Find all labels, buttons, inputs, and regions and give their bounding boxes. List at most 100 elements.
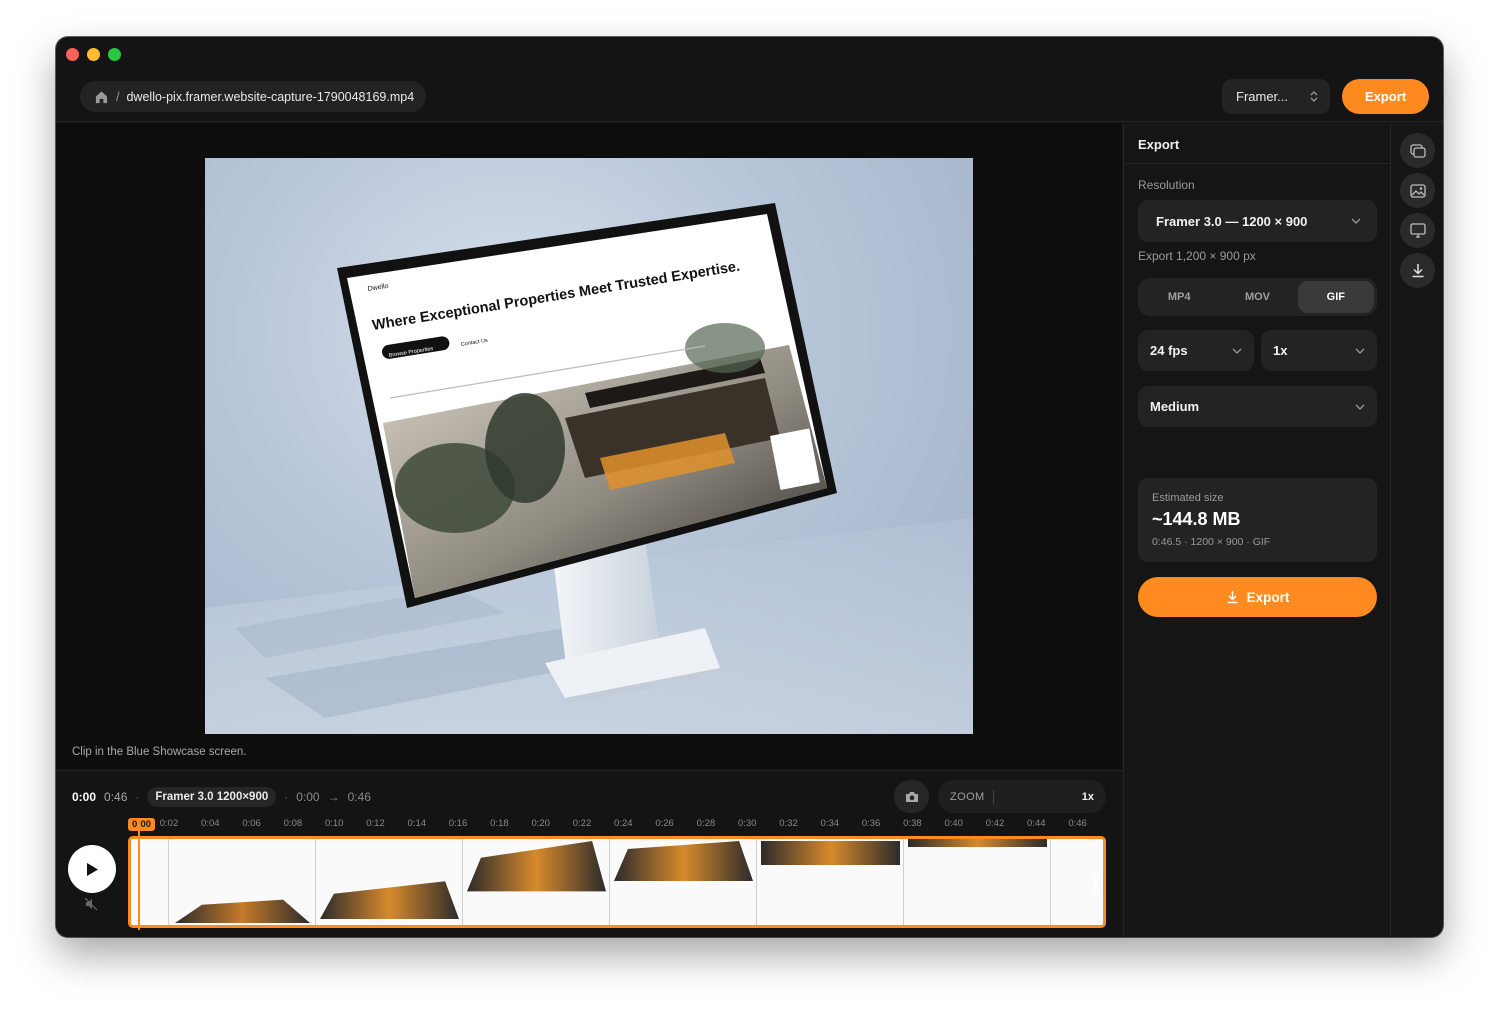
ruler-tick: 0:12	[366, 818, 385, 829]
camera-icon	[905, 791, 918, 802]
duration: 0:46	[104, 790, 128, 804]
chevron-up-down-icon	[1310, 91, 1318, 102]
ruler-tick: 0:44	[1027, 818, 1046, 829]
fps-select[interactable]: 24 fps	[1138, 330, 1254, 371]
timeline: 0:00 0:46 · Framer 3.0 1200×900 · 0:00 →…	[56, 770, 1122, 937]
ruler-tick: 0:06	[242, 818, 261, 829]
copy-icon	[1409, 143, 1426, 158]
ruler-tick: 0:20	[531, 818, 550, 829]
preview-caption: Clip in the Blue Showcase screen.	[72, 746, 247, 758]
ruler-tick: 0:32	[779, 818, 798, 829]
format-mp4[interactable]: MP4	[1141, 281, 1217, 313]
format-mov[interactable]: MOV	[1219, 281, 1295, 313]
resolution-value: Framer 3.0 — 1200 × 900	[1156, 213, 1308, 229]
export-panel: Export Resolution Framer 3.0 — 1200 × 90…	[1123, 123, 1390, 937]
filmstrip[interactable]	[128, 836, 1106, 928]
ruler-tick: 0:16	[448, 818, 468, 829]
trim-handle-right[interactable]	[1095, 877, 1098, 891]
format-segmented-control: MP4 MOV GIF	[1138, 278, 1377, 316]
ruler-tick: 0:14	[407, 818, 427, 829]
panel-title: Export	[1138, 137, 1180, 152]
ruler-tick: 0:46	[1068, 818, 1087, 829]
image-button[interactable]	[1400, 173, 1435, 208]
breadcrumb-separator: /	[116, 89, 120, 104]
image-icon	[1409, 183, 1426, 198]
playhead[interactable]	[138, 818, 140, 930]
ruler-tick: 0:18	[490, 818, 509, 829]
chevron-down-icon	[1351, 218, 1361, 224]
ruler-tick: 0:38	[903, 818, 922, 829]
preset-select[interactable]: Framer...	[1222, 79, 1330, 114]
ruler-tick: 0:36	[861, 818, 881, 829]
export-button[interactable]: Export	[1138, 577, 1377, 617]
filmstrip-frame	[610, 839, 757, 925]
info-separator: ·	[284, 790, 289, 804]
preset-select-label: Framer...	[1236, 89, 1289, 104]
ruler-tick: 0:08	[283, 818, 303, 829]
quality-value: Medium	[1150, 399, 1200, 414]
zoom-value: 1x	[1081, 790, 1094, 803]
range-start: 0:00	[296, 790, 320, 804]
chevron-down-icon	[1355, 348, 1365, 354]
export-top-button[interactable]: Export	[1342, 79, 1429, 114]
ruler-tick: 0:40	[944, 818, 963, 829]
resolution-label: Resolution	[1138, 178, 1195, 192]
resolution-select[interactable]: Framer 3.0 — 1200 × 900	[1138, 200, 1377, 242]
mute-icon[interactable]	[84, 897, 98, 911]
chevron-down-icon	[1232, 348, 1242, 354]
preview-image: Dwello Where Exceptional Properties Meet…	[205, 158, 973, 734]
download-button[interactable]	[1400, 253, 1435, 288]
ruler-tick: 0:42	[985, 818, 1005, 829]
ruler-tick: 0:24	[614, 818, 633, 829]
estimated-size-card: Estimated size ~144.8 MB 0:46.5 · 1200 ×…	[1138, 478, 1377, 562]
preview-area: Dwello Where Exceptional Properties Meet…	[56, 123, 1122, 769]
speed-value: 1x	[1273, 343, 1288, 358]
filmstrip-frame	[169, 839, 316, 925]
home-icon[interactable]	[94, 90, 109, 104]
filmstrip-frame	[757, 839, 904, 925]
panel-divider	[1124, 163, 1390, 164]
download-icon	[1412, 264, 1423, 278]
speed-select[interactable]: 1x	[1261, 330, 1377, 371]
app-window: / dwello-pix.framer.website-capture-1790…	[56, 37, 1443, 937]
ruler-tick: 0:28	[696, 818, 716, 829]
zoom-divider	[992, 789, 994, 804]
ruler-tick: 0:30	[737, 818, 757, 829]
zoom-control[interactable]: ZOOM 1x	[938, 780, 1106, 813]
range-end: 0:46	[347, 790, 371, 804]
snapshot-button[interactable]	[894, 780, 929, 813]
file-name: dwello-pix.framer.website-capture-179004…	[126, 89, 415, 104]
estimate-meta: 0:46.5 · 1200 × 900 · GIF	[1152, 536, 1271, 548]
time-ruler[interactable]: 0:00 0:02 0:04 0:06 0:08 0:10 0:12 0:14 0:16 0:1…	[128, 818, 1106, 832]
ruler-tick: 0:02	[159, 818, 179, 829]
format-gif[interactable]: GIF	[1297, 281, 1374, 313]
filmstrip-frame	[131, 839, 169, 925]
fps-value: 24 fps	[1150, 343, 1188, 358]
timeline-info: 0:00 0:46 · Framer 3.0 1200×900 · 0:00 →…	[72, 786, 371, 808]
breadcrumb[interactable]: / dwello-pix.framer.website-capture-1790…	[80, 81, 427, 112]
current-time: 0:00	[72, 790, 97, 804]
estimate-label: Estimated size	[1152, 492, 1224, 504]
play-icon	[87, 862, 98, 876]
info-separator: ·	[135, 790, 140, 804]
estimate-value: ~144.8 MB	[1152, 509, 1241, 529]
monitor-button[interactable]	[1400, 213, 1435, 248]
chevron-down-icon	[1355, 404, 1365, 410]
right-rail	[1390, 123, 1443, 937]
filmstrip-frame	[316, 839, 463, 925]
copy-button[interactable]	[1400, 133, 1435, 168]
range-arrow: →	[327, 790, 340, 804]
export-button-label: Export	[1246, 589, 1290, 605]
monitor-icon	[1409, 223, 1426, 238]
play-button[interactable]	[68, 845, 116, 893]
ruler-tick: 0:10	[324, 818, 344, 829]
preset-chip[interactable]: Framer 3.0 1200×900	[147, 787, 277, 807]
ruler-tick: 0:22	[572, 818, 592, 829]
download-icon	[1227, 591, 1238, 604]
quality-select[interactable]: Medium	[1138, 386, 1377, 427]
playhead-time-label: 0:00	[128, 818, 156, 831]
monitor-mockup-illustration: Dwello Where Exceptional Properties Meet…	[205, 203, 973, 734]
ruler-tick: 0:26	[655, 818, 674, 829]
zoom-label: ZOOM	[950, 790, 985, 803]
resolution-note: Export 1,200 × 900 px	[1138, 249, 1256, 263]
